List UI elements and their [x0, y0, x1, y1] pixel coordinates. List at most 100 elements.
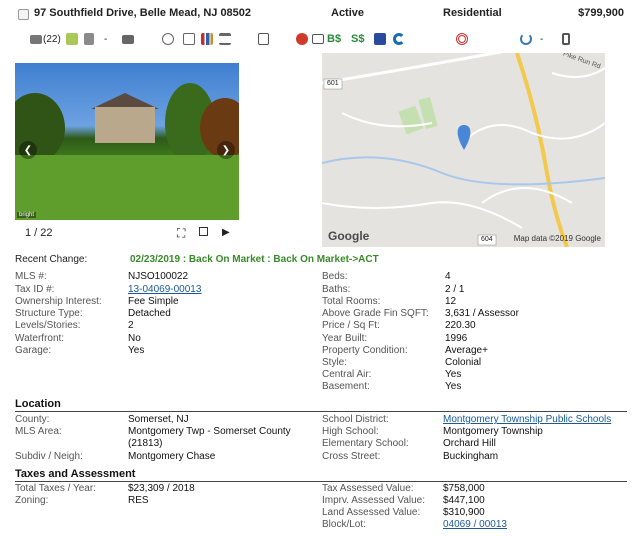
report-icon[interactable]	[183, 32, 195, 46]
recent-change-value: 02/23/2019 : Back On Market : Back On Ma…	[130, 254, 379, 265]
photo-counter: 1 / 22	[25, 227, 53, 239]
mls-area-value: Montgomery Twp - Somerset County	[128, 426, 291, 437]
next-photo-icon[interactable]: ❯	[217, 141, 235, 159]
subdiv-value: Montgomery Chase	[128, 451, 216, 462]
fullscreen-icon[interactable]: ⛶	[177, 226, 185, 241]
prev-photo-icon[interactable]: ❮	[19, 141, 37, 159]
central-air-label: Central Air:	[322, 369, 372, 380]
year-built-label: Year Built:	[322, 333, 368, 344]
listing-price: $799,900	[578, 7, 624, 19]
book-icon[interactable]	[258, 32, 269, 46]
baths-value: 2 / 1	[445, 284, 465, 295]
play-icon[interactable]: ▶	[222, 227, 230, 238]
school-district-link[interactable]: Montgomery Township Public Schools	[443, 414, 611, 426]
clock-icon[interactable]	[162, 32, 174, 46]
garage-label: Garage:	[15, 345, 52, 356]
recent-change-label: Recent Change:	[15, 254, 88, 265]
ownership-label: Ownership Interest:	[15, 296, 102, 307]
imprv-assessed-label: Imprv. Assessed Value:	[322, 495, 426, 506]
mls-area-label: MLS Area:	[15, 426, 62, 437]
tax-id-link[interactable]: 13-04069-00013	[128, 284, 201, 296]
style-label: Style:	[322, 357, 348, 368]
taxes-heading: Taxes and Assessment	[15, 468, 136, 480]
tax-id-label: Tax ID #:	[15, 284, 55, 295]
refresh-icon[interactable]	[520, 32, 532, 46]
levels-label: Levels/Stories:	[15, 320, 81, 331]
baths-label: Baths:	[322, 284, 351, 295]
central-air-value: Yes	[445, 369, 462, 380]
waterfront-value: No	[128, 333, 141, 344]
toolbar-dash-2: -	[540, 33, 544, 45]
price-sqft-value: 220.30	[445, 320, 476, 331]
elementary-label: Elementary School:	[322, 438, 409, 449]
video-icon[interactable]	[122, 32, 134, 46]
county-label: County:	[15, 414, 50, 425]
total-rooms-value: 12	[445, 296, 457, 307]
swirl-icon[interactable]	[393, 32, 405, 46]
zoning-label: Zoning:	[15, 495, 49, 506]
cross-street-label: Cross Street:	[322, 451, 381, 462]
ownership-value: Fee Simple	[128, 296, 179, 307]
mobile-icon[interactable]	[562, 32, 570, 46]
mls-number-value: NJSO100022	[128, 271, 189, 282]
land-assessed-label: Land Assessed Value:	[322, 507, 421, 518]
tax-assessed-label: Tax Assessed Value:	[322, 483, 414, 494]
style-value: Colonial	[445, 357, 482, 368]
network-icon[interactable]	[374, 32, 386, 46]
image-icon[interactable]	[66, 32, 78, 46]
subdiv-label: Subdiv / Neigh:	[15, 451, 83, 462]
lawn	[15, 155, 239, 220]
id-card-icon[interactable]	[312, 32, 324, 46]
action-toolbar: (22) - B$ S$ -	[0, 27, 640, 51]
map-attribution: Map data ©2019 Google	[513, 234, 601, 243]
gallery-icon[interactable]	[199, 227, 208, 236]
property-type: Residential	[443, 7, 502, 19]
basement-value: Yes	[445, 381, 462, 392]
location-map[interactable]: 601 604 Pike Run Rd Google Map data ©201…	[322, 53, 605, 247]
mls-number-label: MLS #:	[15, 271, 47, 282]
imprv-assessed-value: $447,100	[443, 495, 485, 506]
mls-area-code: (21813)	[128, 438, 163, 449]
land-assessed-value: $310,900	[443, 507, 485, 518]
county-value: Somerset, NJ	[128, 414, 189, 425]
high-school-label: High School:	[322, 426, 379, 437]
block-lot-link[interactable]: 04069 / 00013	[443, 519, 507, 531]
sqft-label: Above Grade Fin SQFT:	[322, 308, 429, 319]
document-icon[interactable]	[84, 32, 94, 46]
levels-value: 2	[128, 320, 134, 331]
condition-value: Average+	[445, 345, 488, 356]
seller-dollar-icon[interactable]: S$	[351, 32, 364, 46]
photo-count[interactable]: (22)	[43, 32, 61, 46]
condition-label: Property Condition:	[322, 345, 408, 356]
block-lot-label: Block/Lot:	[322, 519, 366, 530]
road-604-label: 604	[481, 236, 493, 243]
buyer-dollar-icon[interactable]: B$	[327, 32, 341, 46]
listing-status: Active	[331, 7, 365, 19]
price-sqft-label: Price / Sq Ft:	[322, 320, 380, 331]
property-photo[interactable]: ❮ ❯ bright	[15, 63, 239, 220]
listing-address[interactable]: 97 Southfield Drive, Belle Mead, NJ 0850…	[34, 7, 251, 19]
year-built-value: 1996	[445, 333, 468, 344]
bank-icon[interactable]	[219, 32, 231, 46]
target-icon[interactable]	[456, 32, 468, 46]
basement-label: Basement:	[322, 381, 370, 392]
school-district-label: School District:	[322, 414, 389, 425]
total-taxes-label: Total Taxes / Year:	[15, 483, 96, 494]
location-heading: Location	[15, 398, 61, 410]
beds-label: Beds:	[322, 271, 348, 282]
bar-chart-icon[interactable]	[201, 32, 213, 46]
elementary-value: Orchard Hill	[443, 438, 496, 449]
taxes-divider	[15, 481, 627, 482]
location-divider	[15, 411, 627, 412]
photo-watermark: bright	[17, 212, 37, 218]
camera-icon[interactable]	[30, 32, 42, 46]
select-checkbox[interactable]	[18, 9, 29, 20]
total-taxes-value: $23,309 / 2018	[128, 483, 195, 494]
beds-value: 4	[445, 271, 451, 282]
tax-assessed-value: $758,000	[443, 483, 485, 494]
tomato-icon[interactable]	[296, 32, 308, 46]
google-logo: Google	[328, 229, 370, 243]
sqft-value: 3,631 / Assessor	[445, 308, 519, 319]
house	[95, 107, 155, 143]
photo-controls: 1 / 22 ⛶ ▶	[15, 222, 239, 244]
